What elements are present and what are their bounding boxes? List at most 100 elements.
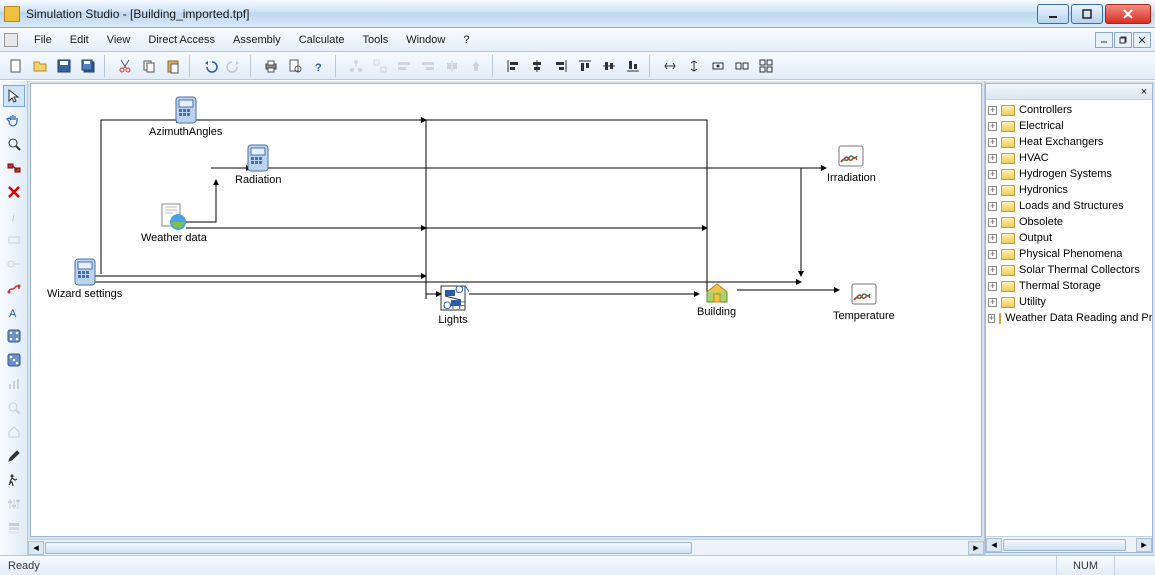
close-button[interactable] (1105, 4, 1151, 24)
mdi-restore-button[interactable] (1114, 32, 1132, 48)
tree-item[interactable]: +Output (986, 230, 1152, 246)
component-tool[interactable] (3, 157, 25, 179)
distribute-button[interactable] (441, 55, 463, 77)
node-lights[interactable]: ONOFF Lights (437, 282, 469, 326)
copy-button[interactable] (138, 55, 160, 77)
scroll-left-icon[interactable]: ◂ (28, 541, 44, 555)
settings-tool[interactable] (3, 493, 25, 515)
delete-tool[interactable] (3, 181, 25, 203)
flip-v-button[interactable] (683, 55, 705, 77)
menu-help[interactable]: ? (455, 32, 477, 48)
flip-h-button[interactable] (659, 55, 681, 77)
tree-item[interactable]: +Loads and Structures (986, 198, 1152, 214)
folder-icon (1001, 153, 1015, 164)
paste-button[interactable] (162, 55, 184, 77)
print-preview-button[interactable] (284, 55, 306, 77)
undo-button[interactable] (199, 55, 221, 77)
node-building[interactable]: Building (697, 274, 736, 318)
align-button-2[interactable] (417, 55, 439, 77)
mdi-document-icon[interactable] (4, 33, 18, 47)
text-tool[interactable]: A (3, 301, 25, 323)
mdi-minimize-button[interactable] (1095, 32, 1113, 48)
new-button[interactable] (5, 55, 27, 77)
align-bottom-button[interactable] (622, 55, 644, 77)
scroll-right-icon[interactable]: ▸ (968, 541, 984, 555)
align-center-h-button[interactable] (526, 55, 548, 77)
maximize-button[interactable] (1071, 4, 1103, 24)
canvas[interactable]: AzimuthAngles Radiation Weather data Wiz… (30, 83, 982, 537)
mirror-button[interactable] (731, 55, 753, 77)
tree-item[interactable]: +Electrical (986, 118, 1152, 134)
menu-assembly[interactable]: Assembly (225, 32, 289, 48)
tree-scrollbar[interactable]: ◂ ▸ (986, 536, 1152, 552)
menu-tools[interactable]: Tools (355, 32, 397, 48)
tree-item[interactable]: +Solar Thermal Collectors (986, 262, 1152, 278)
open-button[interactable] (29, 55, 51, 77)
align-center-v-button[interactable] (598, 55, 620, 77)
save-button[interactable] (53, 55, 75, 77)
menu-file[interactable]: File (26, 32, 60, 48)
zoom-tool[interactable] (3, 133, 25, 155)
zoom-fit-tool[interactable] (3, 397, 25, 419)
tree-item[interactable]: +Thermal Storage (986, 278, 1152, 294)
print-button[interactable] (260, 55, 282, 77)
component-tree[interactable]: +Controllers +Electrical +Heat Exchanger… (986, 100, 1152, 536)
tree-item[interactable]: +Weather Data Reading and Processing (986, 310, 1152, 326)
scroll-left-icon[interactable]: ◂ (986, 538, 1002, 552)
tree-item[interactable]: +Utility (986, 294, 1152, 310)
raise-button[interactable] (465, 55, 487, 77)
pencil-tool[interactable] (3, 445, 25, 467)
run-tool[interactable] (3, 469, 25, 491)
tree-item[interactable]: +Hydrogen Systems (986, 166, 1152, 182)
panel-close-icon[interactable]: × (1138, 86, 1150, 98)
minimize-button[interactable] (1037, 4, 1069, 24)
scroll-thumb[interactable] (45, 542, 692, 554)
titlebar: Simulation Studio - [Building_imported.t… (0, 0, 1155, 28)
align-right-button[interactable] (550, 55, 572, 77)
menu-window[interactable]: Window (398, 32, 453, 48)
align-left-button[interactable] (502, 55, 524, 77)
node-temperature[interactable]: Temperature (833, 278, 895, 322)
chart-tool[interactable] (3, 373, 25, 395)
help-button[interactable]: ? (308, 55, 330, 77)
tree-item[interactable]: +Controllers (986, 102, 1152, 118)
home-tool[interactable] (3, 421, 25, 443)
macro-tool[interactable] (3, 229, 25, 251)
group-button[interactable] (345, 55, 367, 77)
node-weather[interactable]: Weather data (141, 200, 207, 244)
menu-edit[interactable]: Edit (62, 32, 97, 48)
tree-item[interactable]: +HVAC (986, 150, 1152, 166)
scroll-thumb[interactable] (1003, 539, 1126, 551)
grid-button[interactable] (755, 55, 777, 77)
mdi-close-button[interactable] (1133, 32, 1151, 48)
node-azimuth[interactable]: AzimuthAngles (149, 94, 222, 138)
cut-button[interactable] (114, 55, 136, 77)
menu-direct-access[interactable]: Direct Access (140, 32, 223, 48)
component-tree-panel: × +Controllers +Electrical +Heat Exchang… (985, 83, 1153, 553)
menu-calculate[interactable]: Calculate (291, 32, 353, 48)
tree-item[interactable]: +Obsolete (986, 214, 1152, 230)
node-irradiation[interactable]: Irradiation (827, 140, 876, 184)
dice1-tool[interactable] (3, 325, 25, 347)
canvas-scrollbar[interactable]: ◂ ▸ (28, 539, 984, 555)
node-radiation[interactable]: Radiation (235, 142, 281, 186)
key-tool[interactable] (3, 253, 25, 275)
pointer-tool[interactable] (3, 85, 25, 107)
layers-tool[interactable] (3, 517, 25, 539)
tree-item[interactable]: +Heat Exchangers (986, 134, 1152, 150)
link-tool[interactable] (3, 277, 25, 299)
menu-view[interactable]: View (99, 32, 139, 48)
pan-tool[interactable] (3, 109, 25, 131)
tree-item[interactable]: +Hydronics (986, 182, 1152, 198)
save-all-button[interactable] (77, 55, 99, 77)
scroll-right-icon[interactable]: ▸ (1136, 538, 1152, 552)
align-top-button[interactable] (574, 55, 596, 77)
dice2-tool[interactable] (3, 349, 25, 371)
redo-button[interactable] (223, 55, 245, 77)
align-button-1[interactable] (393, 55, 415, 77)
rotate-button[interactable] (707, 55, 729, 77)
tree-item[interactable]: +Physical Phenomena (986, 246, 1152, 262)
node-wizard[interactable]: Wizard settings (47, 256, 122, 300)
ungroup-button[interactable] (369, 55, 391, 77)
info-tool[interactable]: i (3, 205, 25, 227)
